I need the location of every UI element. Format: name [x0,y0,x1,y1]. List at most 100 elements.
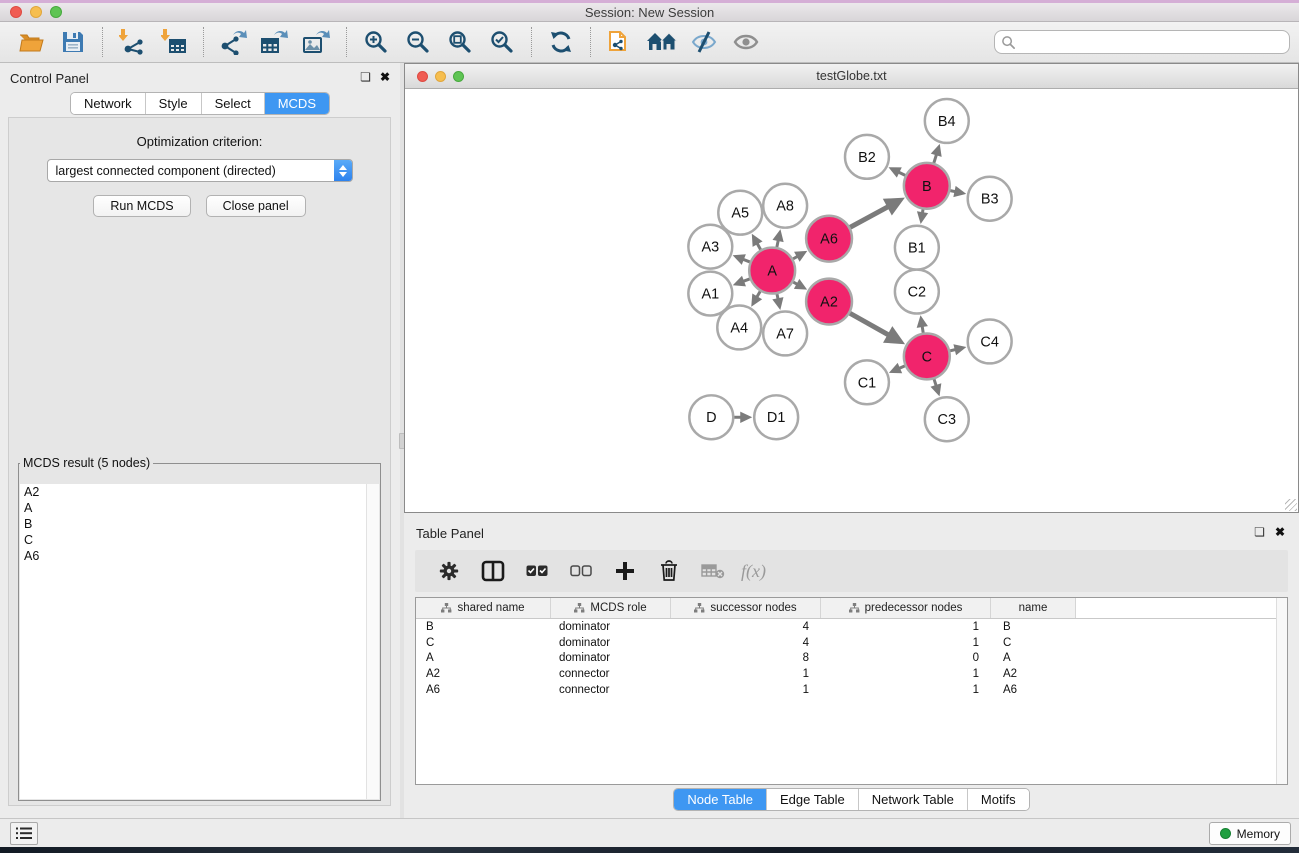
table-cell[interactable]: 8 [671,650,821,666]
table-cell[interactable]: 1 [821,619,991,635]
settings-gear-icon[interactable] [434,556,464,586]
table-row[interactable]: A2connector11A2 [416,666,1287,682]
close-panel-icon[interactable]: ✖ [380,70,390,84]
graph-edge[interactable] [850,313,905,344]
tab-node-table[interactable]: Node Table [674,789,766,810]
graph-node[interactable]: A7 [763,311,807,355]
table-cell[interactable]: B [416,619,551,635]
graph-edge[interactable] [793,279,807,290]
result-item[interactable]: B [20,516,379,532]
graph-edge[interactable] [734,412,752,423]
graph-node[interactable]: C2 [895,270,939,314]
tab-style[interactable]: Style [145,93,201,114]
float-panel-icon[interactable]: ❏ [360,70,371,84]
network-canvas[interactable]: B4B2BB3A5A8A6A3B1AC2A1A2A4A7C4CC1C3DD1 [406,90,1297,511]
graph-node[interactable]: C3 [925,397,969,441]
table-cell[interactable]: A6 [991,682,1076,698]
table-cell[interactable]: connector [551,682,671,698]
table-row[interactable]: Bdominator41B [416,619,1287,635]
mcds-result-list[interactable]: A2ABCA6 [20,484,379,799]
export-table-icon[interactable] [257,26,293,58]
export-image-icon[interactable] [299,26,335,58]
graph-node[interactable]: A8 [763,184,807,228]
table-cell[interactable] [1076,650,1287,666]
graph-node[interactable]: C4 [968,319,1012,363]
table-row[interactable]: Cdominator41C [416,635,1287,651]
graph-edge[interactable] [793,251,807,262]
add-column-icon[interactable] [610,556,640,586]
graph-node[interactable]: A4 [717,306,761,350]
graph-node[interactable]: C [904,333,950,379]
table-cell[interactable]: dominator [551,650,671,666]
table-cell[interactable]: 4 [671,635,821,651]
search-field[interactable] [994,30,1290,54]
table-cell[interactable]: 1 [821,682,991,698]
graph-edge[interactable] [751,291,762,306]
table-cell[interactable]: 1 [821,666,991,682]
show-all-icon[interactable] [728,26,764,58]
graph-edge[interactable] [733,276,750,287]
table-cell[interactable]: C [991,635,1076,651]
resize-grip-icon[interactable] [1285,499,1297,511]
column-header-successor-nodes[interactable]: successor nodes [671,598,821,618]
result-item[interactable]: C [20,532,379,548]
graph-edge[interactable] [733,254,750,265]
column-header-MCDS-role[interactable]: MCDS role [551,598,671,618]
zoom-out-icon[interactable] [400,26,436,58]
refresh-icon[interactable] [543,26,579,58]
table-cell[interactable]: A2 [416,666,551,682]
table-cell[interactable] [1076,619,1287,635]
tab-network[interactable]: Network [71,93,145,114]
table-cell[interactable] [1076,682,1287,698]
table-cell[interactable]: A6 [416,682,551,698]
graph-node[interactable]: B1 [895,226,939,270]
graph-node[interactable]: B2 [845,135,889,179]
result-item[interactable]: A [20,500,379,516]
graph-node[interactable]: A5 [718,191,762,235]
graph-node[interactable]: B3 [968,177,1012,221]
table-cell[interactable]: 0 [821,650,991,666]
close-table-panel-icon[interactable]: ✖ [1275,525,1285,539]
table-header-row[interactable]: shared nameMCDS rolesuccessor nodesprede… [416,598,1287,619]
graph-node[interactable]: A2 [806,279,852,325]
graph-node[interactable]: D1 [754,395,798,439]
table-body[interactable]: Bdominator41BCdominator41CAdominator80AA… [416,619,1287,697]
column-header-predecessor-nodes[interactable]: predecessor nodes [821,598,991,618]
zoom-in-icon[interactable] [358,26,394,58]
graph-node[interactable]: C1 [845,360,889,404]
search-input[interactable] [1016,32,1289,52]
table-cell[interactable] [1076,666,1287,682]
task-history-button[interactable] [10,822,38,845]
graph-edge[interactable] [950,186,966,197]
function-builder-icon[interactable]: f(x) [741,561,766,582]
graph-edge[interactable] [950,344,966,355]
table-cell[interactable]: 1 [821,635,991,651]
run-mcds-button[interactable]: Run MCDS [93,195,190,217]
float-table-panel-icon[interactable]: ❏ [1254,525,1265,539]
table-row[interactable]: Adominator80A [416,650,1287,666]
zoom-selected-icon[interactable] [484,26,520,58]
graph-edge[interactable] [931,144,942,163]
table-cell[interactable]: 1 [671,666,821,682]
table-cell[interactable]: dominator [551,635,671,651]
zoom-fit-icon[interactable] [442,26,478,58]
new-network-from-file-icon[interactable] [602,26,638,58]
import-network-icon[interactable] [114,26,150,58]
table-cell[interactable] [1076,635,1287,651]
import-table-icon[interactable] [156,26,192,58]
node-table[interactable]: shared nameMCDS rolesuccessor nodesprede… [415,597,1288,785]
network-window-titlebar[interactable]: testGlobe.txt [405,64,1298,89]
network-graph[interactable]: B4B2BB3A5A8A6A3B1AC2A1A2A4A7C4CC1C3DD1 [406,90,1297,512]
tab-select[interactable]: Select [201,93,264,114]
table-cell[interactable]: connector [551,666,671,682]
graph-edge[interactable] [889,363,905,373]
tab-edge-table[interactable]: Edge Table [766,789,858,810]
graph-edge[interactable] [850,198,905,228]
table-cell[interactable]: dominator [551,619,671,635]
delete-table-icon[interactable] [698,556,728,586]
save-session-icon[interactable] [55,26,91,58]
graph-node[interactable]: A [749,248,795,294]
table-cell[interactable]: A2 [991,666,1076,682]
graph-edge[interactable] [772,294,783,310]
tab-motifs[interactable]: Motifs [967,789,1029,810]
